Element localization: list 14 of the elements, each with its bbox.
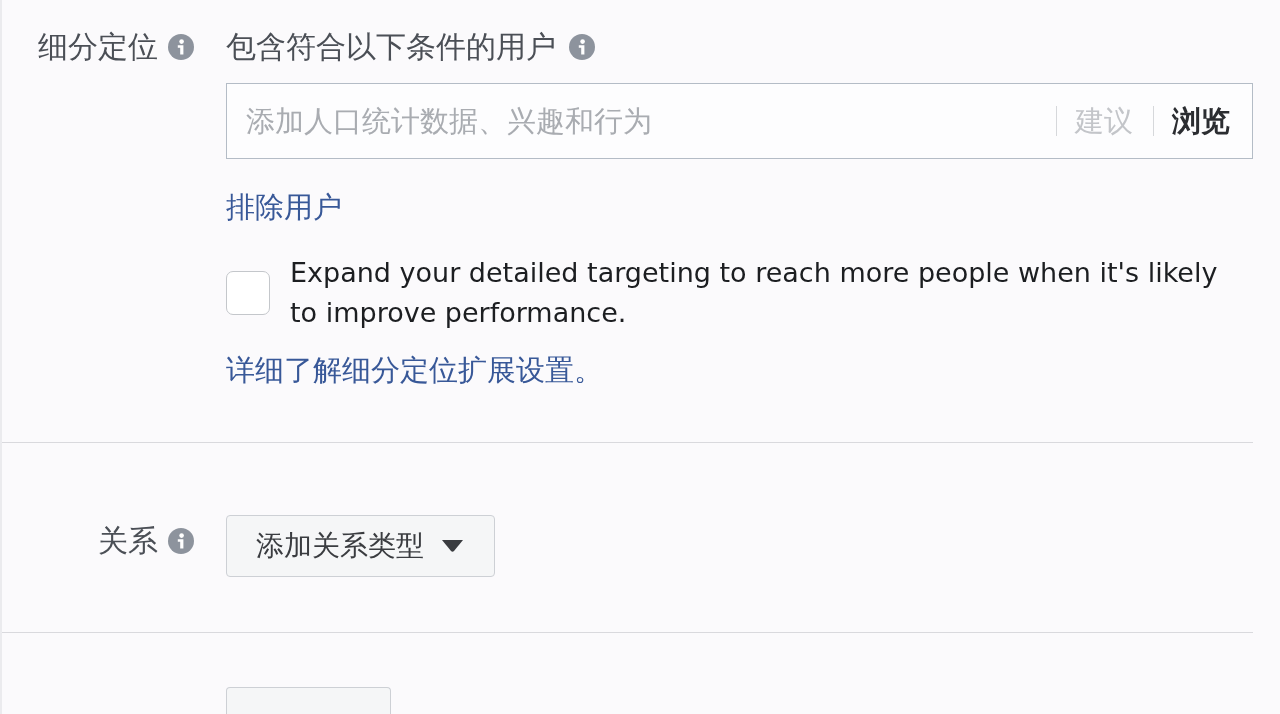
learn-more-link[interactable]: 详细了解细分定位扩展设置。 [226, 350, 603, 390]
exclude-people-link[interactable]: 排除用户 [226, 187, 342, 227]
info-icon [569, 34, 595, 60]
info-icon [168, 34, 194, 60]
partial-button[interactable] [226, 687, 391, 714]
caret-icon [442, 540, 463, 552]
search-action-button[interactable]: 浏览 [1154, 101, 1250, 141]
info-icon [168, 528, 194, 554]
checkbox[interactable] [226, 271, 270, 315]
section-label: 关系 [98, 522, 158, 560]
dropdown-button[interactable]: 添加关系类型 [226, 515, 495, 577]
checkbox-label: Expand your detailed targeting to reach more people when it's likely to improve performance. [290, 256, 1219, 330]
section-label: 细分定位 [38, 28, 158, 66]
field-heading: 包含符合以下条件的用户 [226, 28, 556, 66]
